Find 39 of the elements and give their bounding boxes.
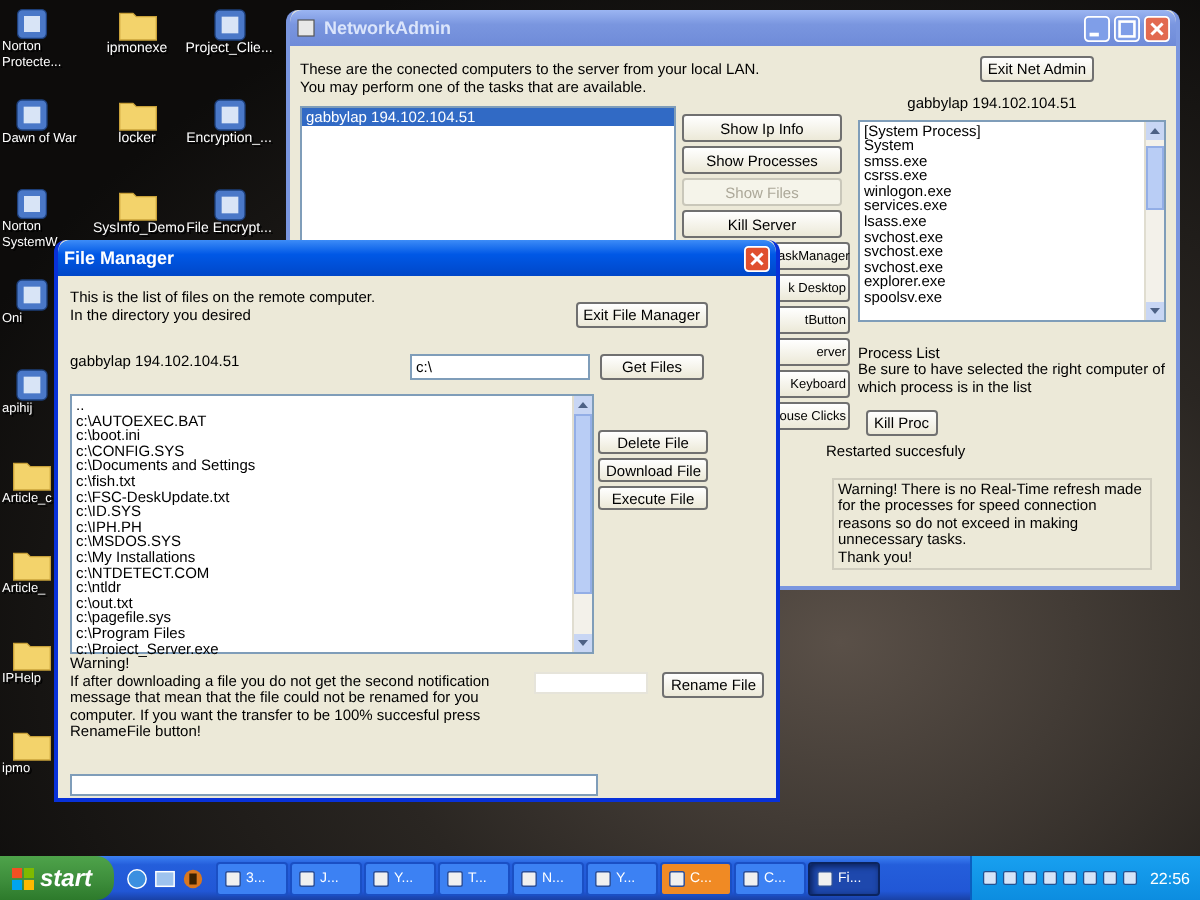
browser-icon[interactable] xyxy=(126,867,148,889)
close-icon[interactable] xyxy=(744,245,770,271)
window-icon xyxy=(372,869,390,887)
scrollbar[interactable] xyxy=(1144,121,1164,319)
window-icon xyxy=(742,869,760,887)
application-icon[interactable] xyxy=(12,278,52,312)
scroll-up-icon[interactable] xyxy=(1146,121,1164,139)
window-icon xyxy=(816,869,834,887)
window-icon xyxy=(594,869,612,887)
scroll-down-icon[interactable] xyxy=(574,634,592,652)
application-icon[interactable] xyxy=(12,368,52,402)
scroll-down-icon[interactable] xyxy=(1146,301,1164,319)
rename-input[interactable] xyxy=(534,672,649,694)
app-icon[interactable] xyxy=(182,867,204,889)
application-icon[interactable] xyxy=(12,98,52,132)
folder-icon[interactable] xyxy=(12,728,52,762)
application-icon[interactable] xyxy=(12,8,52,40)
window-icon xyxy=(296,18,316,38)
folder-icon[interactable] xyxy=(12,638,52,672)
window-icon xyxy=(298,869,316,887)
folder-icon[interactable] xyxy=(12,548,52,582)
text-field[interactable] xyxy=(70,773,598,795)
window-icon xyxy=(224,869,242,887)
clock: 22:56 xyxy=(1149,869,1190,887)
window-icon xyxy=(446,869,464,887)
application-icon[interactable] xyxy=(209,8,249,42)
window-title: File Manager xyxy=(64,248,177,268)
application-icon[interactable] xyxy=(209,98,249,132)
desktop-icon[interactable] xyxy=(154,867,176,889)
window-icon xyxy=(520,869,538,887)
window-title: NetworkAdmin xyxy=(324,18,454,38)
windows-flag-icon xyxy=(12,867,34,889)
scrollbar[interactable] xyxy=(572,396,592,652)
window-icon xyxy=(668,869,686,887)
application-icon[interactable] xyxy=(209,188,249,222)
application-icon[interactable] xyxy=(12,188,52,220)
folder-icon[interactable] xyxy=(12,458,52,492)
start-button[interactable]: start xyxy=(0,856,114,900)
scroll-up-icon[interactable] xyxy=(574,396,592,414)
